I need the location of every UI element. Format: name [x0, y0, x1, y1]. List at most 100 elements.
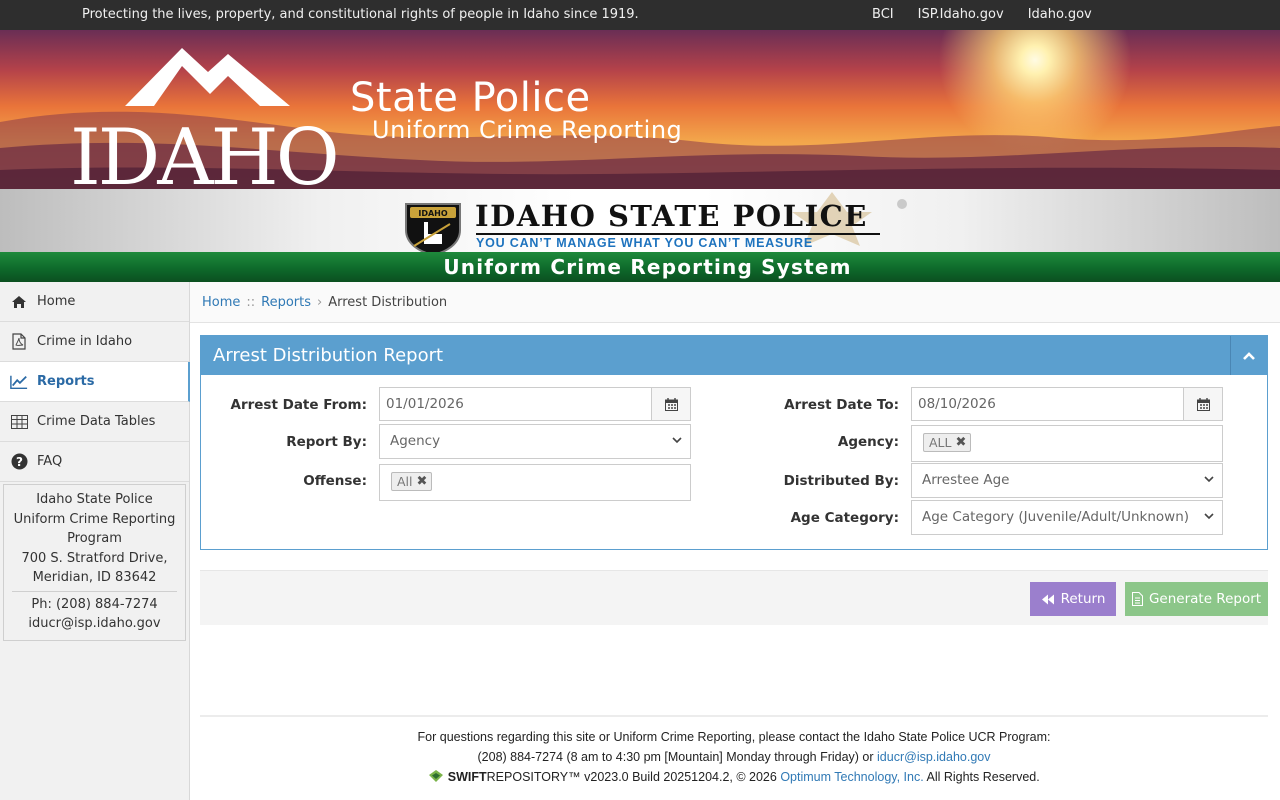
- agency-tag: ALL ✖: [923, 433, 972, 452]
- generate-report-label: Generate Report: [1148, 591, 1262, 607]
- idaho-mountain-logo-icon: IDAHO: [70, 48, 340, 189]
- fast-backward-icon: [1041, 594, 1054, 604]
- calendar-icon: [664, 397, 678, 411]
- distributed-by-label: Distributed By:: [783, 473, 899, 489]
- offense-tag-label: All: [397, 474, 413, 489]
- panel-header: Arrest Distribution Report: [201, 336, 1267, 375]
- link-idaho-gov[interactable]: Idaho.gov: [1028, 7, 1092, 22]
- contact-phone: Ph: (208) 884-7274: [31, 596, 158, 612]
- version-text: v2023.0 Build 20251204.2, © 2026: [584, 770, 777, 784]
- date-from-calendar-button[interactable]: [651, 388, 690, 420]
- footer-hours-text: (208) 884-7274 (8 am to 4:30 pm [Mountai…: [477, 750, 874, 764]
- chevron-down-icon: [672, 437, 682, 444]
- isp-divider: [476, 233, 880, 235]
- offense-label: Offense:: [303, 473, 367, 489]
- document-icon: [1131, 592, 1143, 606]
- footer: For questions regarding this site or Uni…: [200, 715, 1268, 800]
- svg-text:?: ?: [16, 455, 23, 469]
- link-isp-idaho-gov[interactable]: ISP.Idaho.gov: [918, 7, 1004, 22]
- generate-report-button[interactable]: Generate Report: [1125, 582, 1268, 616]
- banner-title: State Police: [350, 75, 591, 121]
- sidebar-item-label: Home: [37, 294, 76, 309]
- company-link[interactable]: Optimum Technology, Inc.: [780, 770, 923, 784]
- org-line: Idaho State Police: [36, 492, 153, 507]
- question-icon: ?: [10, 453, 28, 471]
- breadcrumb-current: Arrest Distribution: [328, 295, 448, 310]
- date-to-field[interactable]: 08/10/2026: [911, 387, 1223, 421]
- link-bci[interactable]: BCI: [872, 7, 894, 22]
- isp-tagline: YOU CAN’T MANAGE WHAT YOU CAN’T MEASURE: [476, 236, 813, 250]
- date-to-label: Arrest Date To:: [784, 397, 899, 413]
- address-line: 700 S. Stratford Drive,: [21, 550, 168, 566]
- contact-email[interactable]: iducr@isp.idaho.gov: [10, 614, 179, 634]
- address-line: Meridian, ID 83642: [32, 570, 157, 585]
- breadcrumb-home[interactable]: Home: [202, 295, 240, 310]
- org-line: Uniform Crime Reporting: [13, 511, 176, 527]
- isp-shield-icon: IDAHO: [405, 203, 461, 257]
- sidebar-item-home[interactable]: Home: [0, 282, 189, 322]
- agency-multiselect[interactable]: ALL ✖: [911, 425, 1223, 462]
- age-category-value: Age Category (Juvenile/Adult/Unknown): [922, 509, 1190, 525]
- report-by-value: Agency: [390, 433, 441, 449]
- report-by-label: Report By:: [286, 434, 367, 450]
- return-button[interactable]: Return: [1030, 582, 1116, 616]
- breadcrumb-bar: Home :: Reports › Arrest Distribution: [190, 282, 1280, 323]
- sidebar-item-label: Crime in Idaho: [37, 334, 133, 349]
- sidebar-item-crime-in-idaho[interactable]: Crime in Idaho: [0, 322, 189, 362]
- sidebar-item-reports[interactable]: Reports: [0, 362, 190, 402]
- idaho-logo-text: IDAHO: [70, 113, 337, 189]
- agency-label: Agency:: [837, 434, 899, 450]
- swift-logo-icon: [429, 770, 444, 782]
- footer-copyright-line: SWIFTREPOSITORY™ v2023.0 Build 20251204.…: [200, 767, 1268, 787]
- breadcrumb-reports[interactable]: Reports: [261, 295, 311, 310]
- sidebar-item-crime-data-tables[interactable]: Crime Data Tables: [0, 402, 189, 442]
- header-banner: IDAHO State Police Uniform Crime Reporti…: [0, 30, 1280, 189]
- remove-tag-icon[interactable]: ✖: [955, 435, 966, 450]
- isp-logo-band: IDAHO IDAHO STATE POLICE YOU CAN’T MANAG…: [0, 189, 1280, 257]
- collapse-button[interactable]: [1230, 336, 1267, 375]
- date-from-label: Arrest Date From:: [230, 397, 368, 413]
- calendar-icon: [1196, 397, 1210, 411]
- contact-box: Idaho State Police Uniform Crime Reporti…: [3, 484, 186, 641]
- line-chart-icon: [10, 373, 28, 391]
- site-motto: Protecting the lives, property, and cons…: [82, 7, 639, 22]
- date-to-value: 08/10/2026: [918, 396, 996, 412]
- offense-multiselect[interactable]: All ✖: [379, 464, 691, 501]
- footer-contact-line: For questions regarding this site or Uni…: [417, 730, 1051, 744]
- return-label: Return: [1060, 591, 1106, 607]
- remove-tag-icon[interactable]: ✖: [417, 474, 428, 489]
- chevron-down-icon: [1204, 513, 1214, 520]
- isp-badge-text: IDAHO: [418, 209, 448, 218]
- distributed-by-value: Arrestee Age: [922, 472, 1010, 488]
- sidebar-item-label: Reports: [37, 374, 95, 389]
- age-category-select[interactable]: Age Category (Juvenile/Adult/Unknown): [911, 500, 1223, 535]
- sidebar-item-faq[interactable]: ? FAQ: [0, 442, 189, 482]
- sidebar: Home Crime in Idaho Reports Crime Data T…: [0, 282, 190, 800]
- contact-divider: [12, 590, 177, 592]
- system-title: Uniform Crime Reporting System: [443, 255, 852, 279]
- footer-hours-line: (208) 884-7274 (8 am to 4:30 pm [Mountai…: [200, 747, 1268, 767]
- action-bar: Return Generate Report: [200, 570, 1268, 625]
- date-to-calendar-button[interactable]: [1183, 388, 1222, 420]
- top-bar: Protecting the lives, property, and cons…: [0, 0, 1280, 30]
- idaho-logo[interactable]: IDAHO: [70, 46, 340, 189]
- agency-tag-label: ALL: [929, 435, 952, 450]
- footer-email-link[interactable]: iducr@isp.idaho.gov: [877, 750, 990, 764]
- date-from-field[interactable]: 01/01/2026: [379, 387, 691, 421]
- breadcrumb-separator: ›: [317, 295, 323, 310]
- distributed-by-select[interactable]: Arrestee Age: [911, 463, 1223, 498]
- system-band: Uniform Crime Reporting System: [0, 252, 1280, 282]
- banner-subtitle: Uniform Crime Reporting: [372, 116, 683, 144]
- repository-brand: REPOSITORY™: [486, 770, 581, 784]
- panel-title: Arrest Distribution Report: [213, 345, 444, 366]
- chevron-down-icon: [1204, 476, 1214, 483]
- report-by-select[interactable]: Agency: [379, 424, 691, 459]
- home-icon: [10, 293, 28, 311]
- report-panel: Arrest Distribution Report Arrest Date F…: [200, 335, 1268, 550]
- offense-tag: All ✖: [391, 472, 433, 491]
- sidebar-item-label: FAQ: [37, 454, 63, 469]
- isp-name: IDAHO STATE POLICE: [475, 199, 868, 233]
- age-category-label: Age Category:: [790, 510, 899, 526]
- swift-brand: SWIFT: [447, 770, 487, 784]
- chevron-up-icon: [1243, 351, 1255, 360]
